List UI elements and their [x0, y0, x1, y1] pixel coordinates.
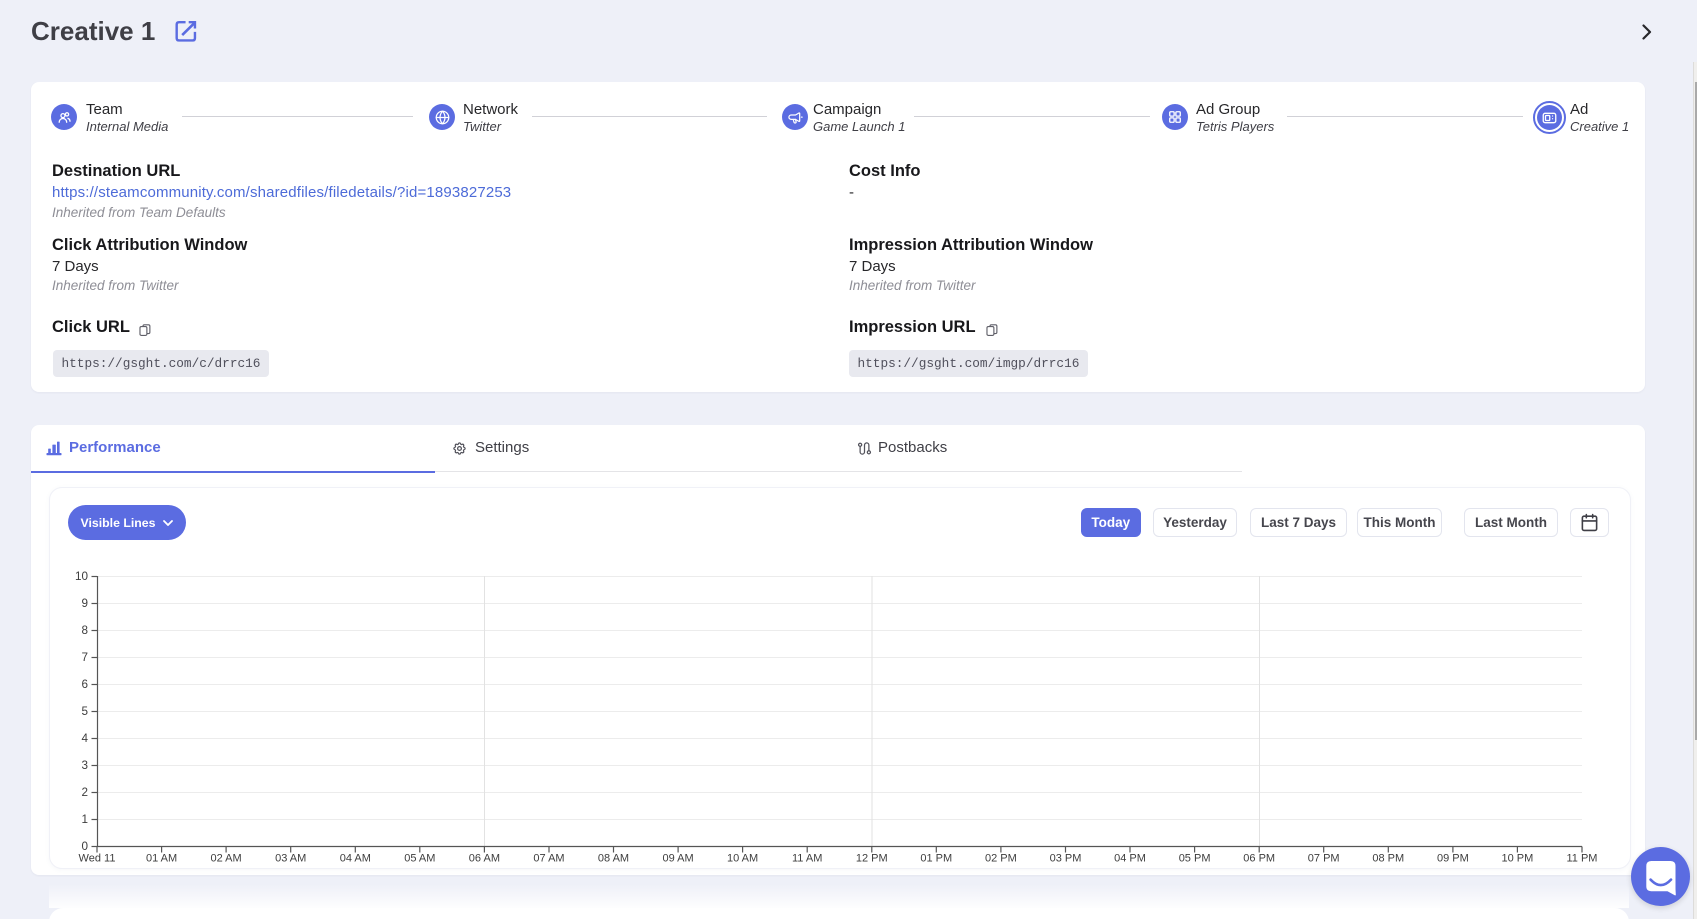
svg-text:03 PM: 03 PM: [1050, 853, 1082, 865]
svg-text:02 AM: 02 AM: [211, 853, 242, 865]
svg-text:2: 2: [81, 786, 88, 799]
svg-text:03 AM: 03 AM: [275, 853, 306, 865]
svg-text:08 PM: 08 PM: [1372, 853, 1404, 865]
svg-text:4: 4: [81, 732, 88, 745]
svg-text:05 AM: 05 AM: [404, 853, 435, 865]
svg-text:5: 5: [81, 705, 88, 718]
svg-text:04 AM: 04 AM: [340, 853, 371, 865]
svg-text:04 PM: 04 PM: [1114, 853, 1146, 865]
svg-text:07 AM: 07 AM: [533, 853, 564, 865]
svg-text:01 AM: 01 AM: [146, 853, 177, 865]
svg-text:09 AM: 09 AM: [663, 853, 694, 865]
svg-text:10: 10: [75, 570, 89, 583]
svg-text:09 PM: 09 PM: [1437, 853, 1469, 865]
svg-text:01 PM: 01 PM: [920, 853, 952, 865]
svg-text:12 PM: 12 PM: [856, 853, 888, 865]
svg-text:0: 0: [81, 840, 88, 853]
svg-text:7: 7: [81, 651, 88, 664]
svg-text:Wed 11: Wed 11: [79, 853, 116, 865]
svg-text:11 PM: 11 PM: [1567, 853, 1598, 865]
svg-text:02 PM: 02 PM: [985, 853, 1017, 865]
svg-text:06 AM: 06 AM: [469, 853, 500, 865]
svg-text:1: 1: [81, 813, 88, 826]
svg-text:9: 9: [81, 597, 88, 610]
svg-text:07 PM: 07 PM: [1308, 853, 1340, 865]
svg-text:10 AM: 10 AM: [727, 853, 758, 865]
svg-text:3: 3: [81, 759, 88, 772]
svg-text:08 AM: 08 AM: [598, 853, 629, 865]
svg-text:06 PM: 06 PM: [1243, 853, 1275, 865]
svg-text:8: 8: [81, 624, 88, 637]
svg-text:11 AM: 11 AM: [792, 853, 822, 865]
svg-text:10 PM: 10 PM: [1502, 853, 1534, 865]
svg-text:05 PM: 05 PM: [1179, 853, 1211, 865]
svg-text:6: 6: [81, 678, 88, 691]
